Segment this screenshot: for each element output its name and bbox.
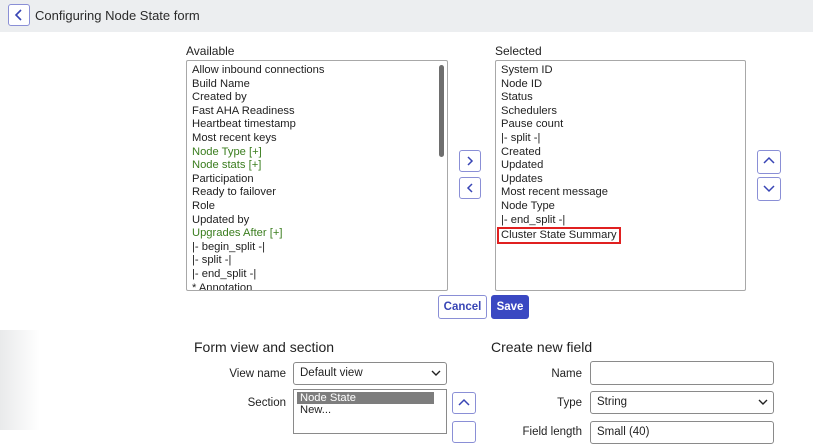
chevron-right-icon bbox=[467, 156, 474, 166]
chevron-down-icon bbox=[431, 370, 441, 376]
selected-item[interactable]: Pause count bbox=[501, 118, 745, 132]
available-item[interactable]: Allow inbound connections bbox=[192, 64, 447, 78]
back-button[interactable] bbox=[8, 4, 30, 26]
selected-item[interactable]: Status bbox=[501, 91, 745, 105]
cancel-button[interactable]: Cancel bbox=[438, 295, 487, 319]
selected-item[interactable]: |- split -| bbox=[501, 132, 745, 146]
selected-item[interactable]: Node ID bbox=[501, 78, 745, 92]
available-item[interactable]: Most recent keys bbox=[192, 132, 447, 146]
available-item[interactable]: Role bbox=[192, 200, 447, 214]
chevron-down-icon bbox=[758, 399, 768, 405]
section-option[interactable]: New... bbox=[297, 404, 434, 416]
selected-item-highlighted[interactable]: Cluster State Summary bbox=[497, 227, 745, 245]
field-length-select[interactable]: Small (40) bbox=[590, 421, 774, 444]
selected-item[interactable]: Node Type bbox=[501, 200, 745, 214]
section-list[interactable]: Node State New... bbox=[293, 389, 447, 434]
selected-item[interactable]: System ID bbox=[501, 64, 745, 78]
available-item[interactable]: Upgrades After [+] bbox=[192, 227, 447, 241]
available-item[interactable]: |- split -| bbox=[192, 254, 447, 268]
type-select[interactable]: String bbox=[590, 391, 774, 414]
chevron-down-icon bbox=[763, 185, 775, 193]
available-item[interactable]: Fast AHA Readiness bbox=[192, 105, 447, 119]
highlight-box: Cluster State Summary bbox=[497, 227, 621, 245]
available-heading: Available bbox=[186, 44, 235, 58]
name-input[interactable] bbox=[590, 361, 774, 385]
section-move-down-button[interactable] bbox=[452, 421, 476, 443]
page-title: Configuring Node State form bbox=[35, 8, 200, 23]
create-field-heading: Create new field bbox=[491, 339, 593, 355]
available-scrollbar[interactable] bbox=[439, 65, 444, 157]
chevron-up-icon bbox=[458, 398, 470, 406]
selected-item[interactable]: Schedulers bbox=[501, 105, 745, 119]
type-label: Type bbox=[557, 397, 582, 409]
selected-item[interactable]: Created bbox=[501, 146, 745, 160]
save-button[interactable]: Save bbox=[491, 295, 529, 319]
chevron-left-icon bbox=[14, 9, 22, 21]
available-item[interactable]: Build Name bbox=[192, 78, 447, 92]
view-name-label: View name bbox=[229, 368, 286, 380]
section-move-up-button[interactable] bbox=[452, 392, 476, 414]
available-item[interactable]: Node stats [+] bbox=[192, 159, 447, 173]
type-value: String bbox=[597, 396, 628, 408]
edge-shadow bbox=[0, 330, 40, 430]
available-item[interactable]: Heartbeat timestamp bbox=[192, 118, 447, 132]
selected-item[interactable]: Most recent message bbox=[501, 186, 745, 200]
chevron-left-icon bbox=[466, 183, 473, 193]
selected-item[interactable]: |- end_split -| bbox=[501, 214, 745, 228]
available-list[interactable]: Allow inbound connections Build Name Creat… bbox=[186, 60, 448, 291]
view-name-value: Default view bbox=[300, 367, 363, 379]
view-name-select[interactable]: Default view bbox=[293, 362, 447, 385]
field-length-label: Field length bbox=[522, 426, 582, 438]
add-to-selected-button[interactable] bbox=[459, 150, 481, 172]
section-label: Section bbox=[247, 397, 286, 409]
form-header: Configuring Node State form bbox=[0, 0, 813, 32]
available-item[interactable]: * Annotation bbox=[192, 282, 447, 291]
available-item[interactable]: Created by bbox=[192, 91, 447, 105]
available-item[interactable]: |- begin_split -| bbox=[192, 241, 447, 255]
selected-list[interactable]: System ID Node ID Status Schedulers Pause co… bbox=[495, 60, 746, 291]
remove-from-selected-button[interactable] bbox=[459, 177, 481, 199]
section-option[interactable]: Node State bbox=[297, 392, 434, 404]
available-item[interactable]: Participation bbox=[192, 173, 447, 187]
chevron-up-icon bbox=[763, 156, 775, 164]
move-up-button[interactable] bbox=[757, 150, 781, 174]
move-down-button[interactable] bbox=[757, 177, 781, 201]
selected-item[interactable]: Updates bbox=[501, 173, 745, 187]
form-view-heading: Form view and section bbox=[194, 339, 335, 355]
selected-item[interactable]: Updated bbox=[501, 159, 745, 173]
selected-heading: Selected bbox=[495, 44, 542, 58]
field-length-value: Small (40) bbox=[597, 426, 650, 438]
available-item[interactable]: Ready to failover bbox=[192, 186, 447, 200]
name-label: Name bbox=[551, 368, 582, 380]
available-item[interactable]: Node Type [+] bbox=[192, 146, 447, 160]
available-item[interactable]: |- end_split -| bbox=[192, 268, 447, 282]
available-item[interactable]: Updated by bbox=[192, 214, 447, 228]
